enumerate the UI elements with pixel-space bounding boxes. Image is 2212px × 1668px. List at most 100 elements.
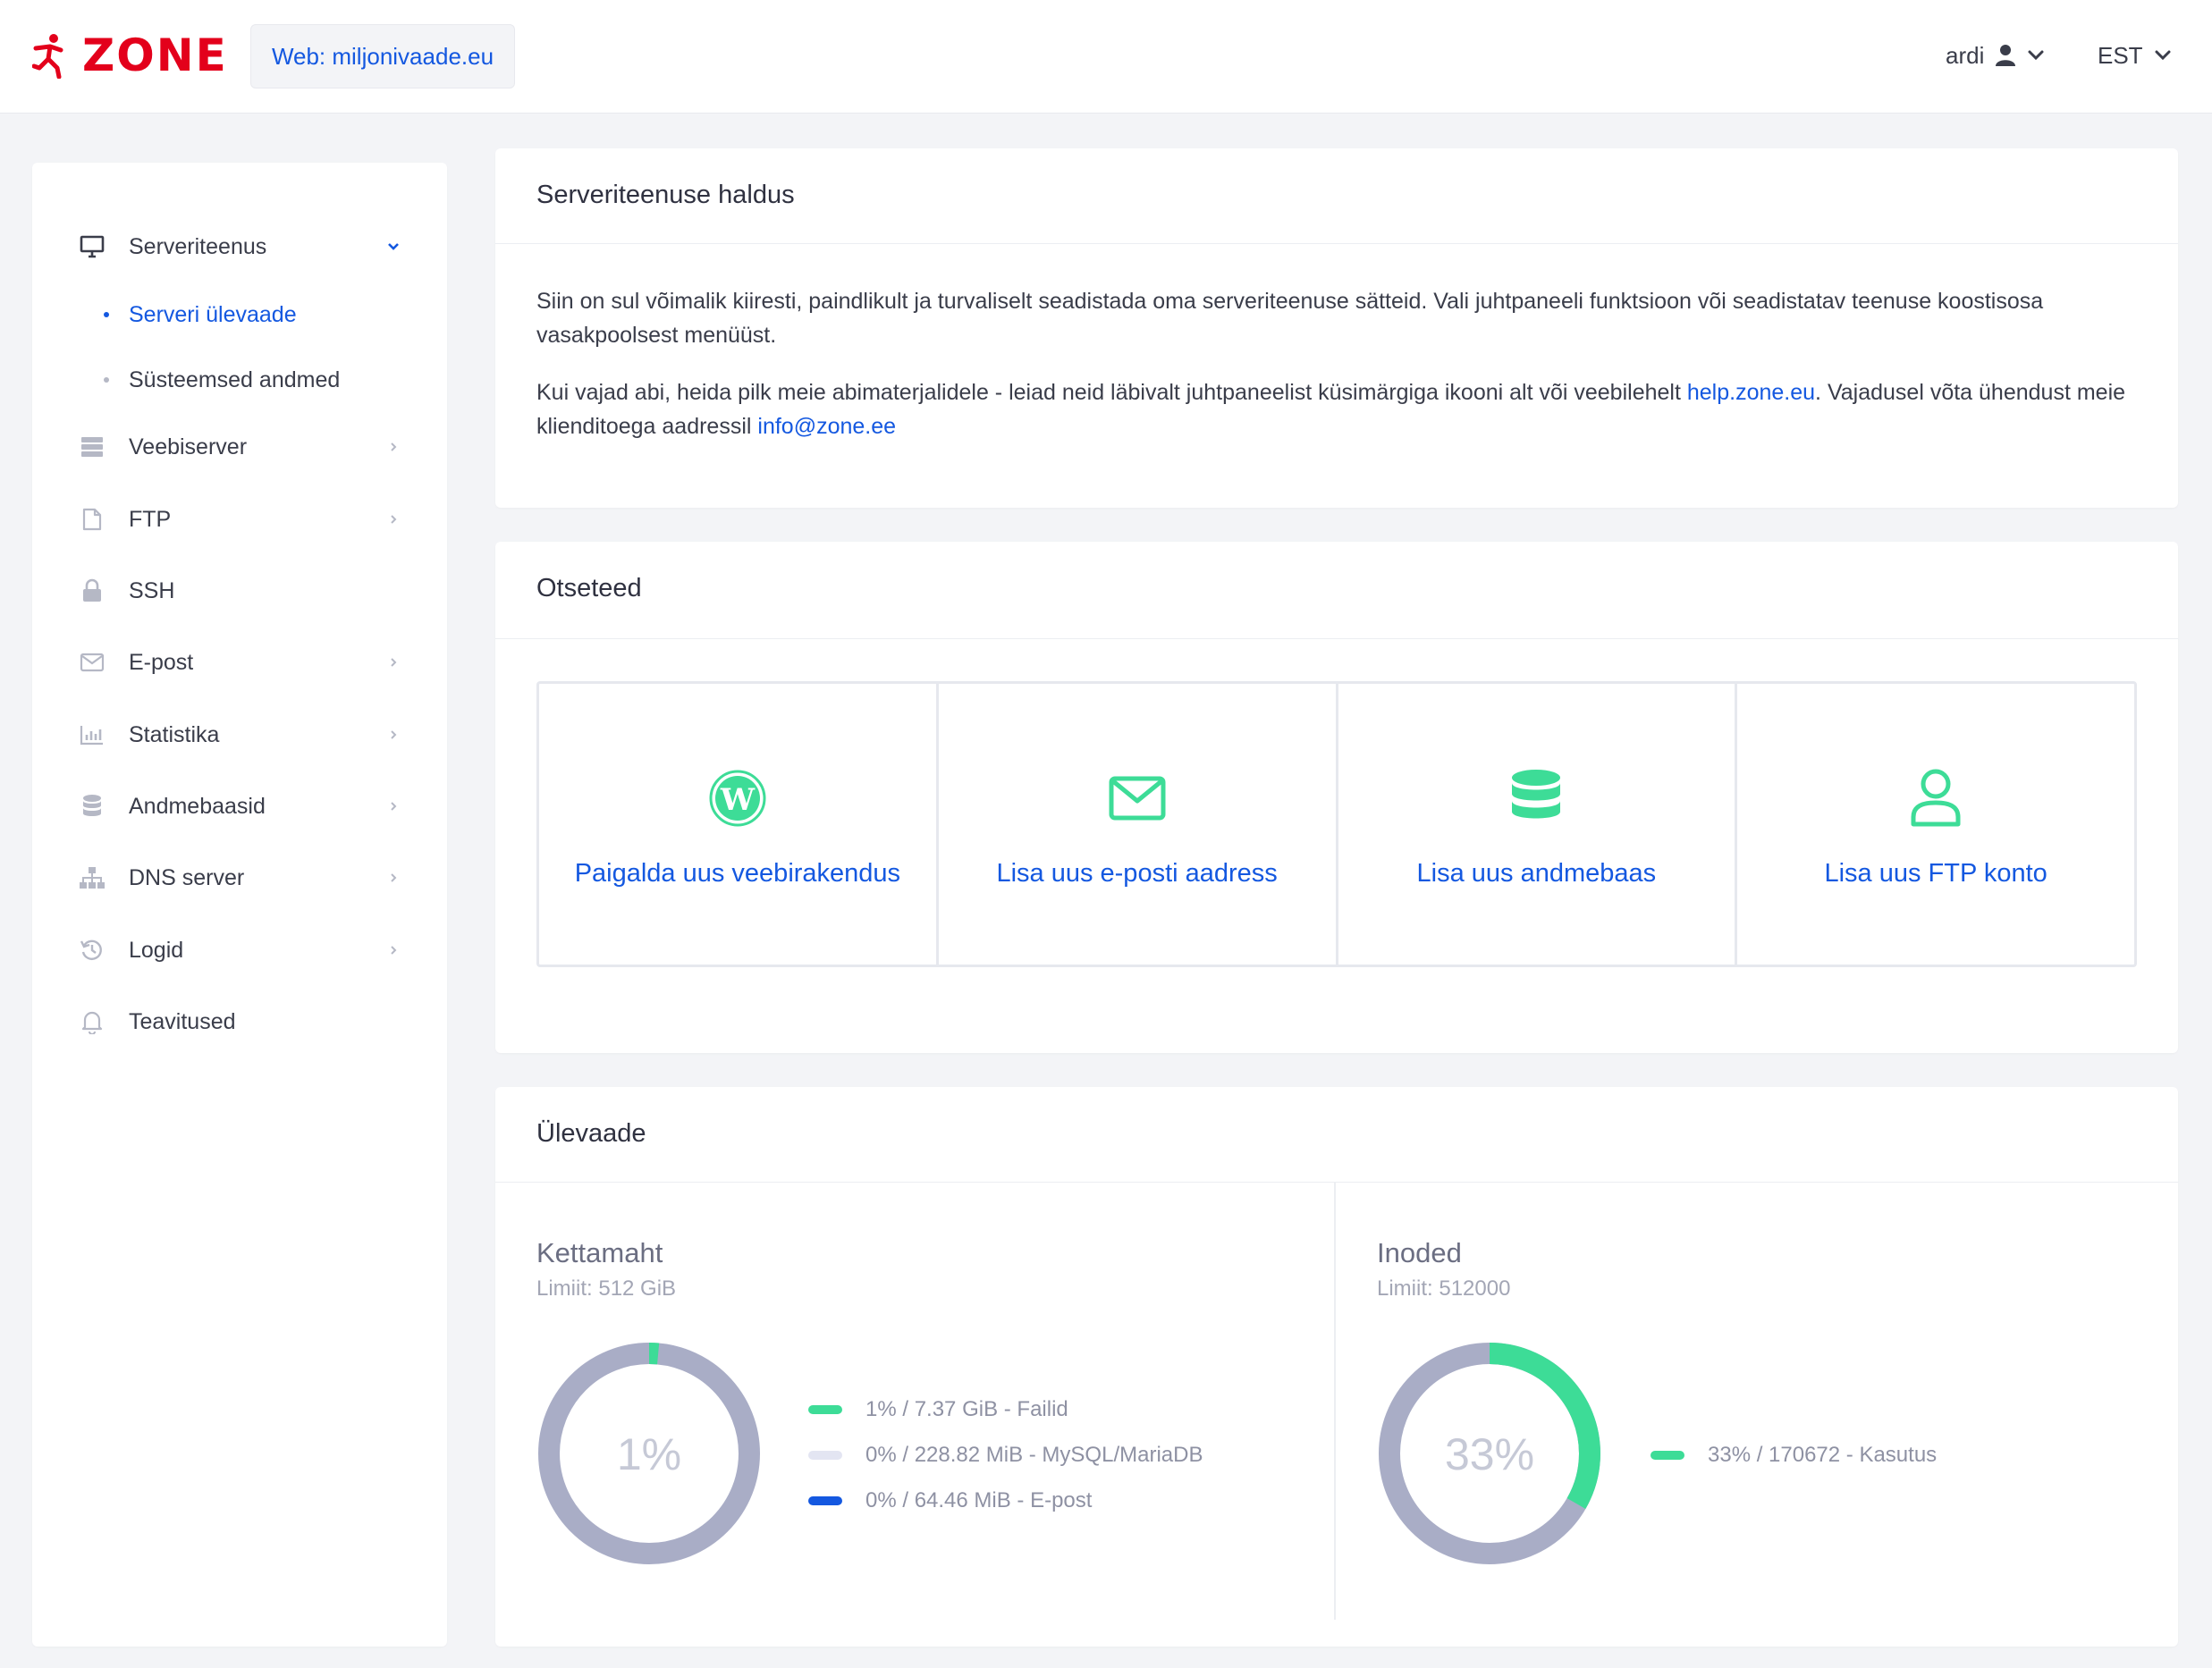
- chevron-right-icon: [383, 939, 404, 961]
- inodes-panel: Inoded Limiit: 512000 33% 33% / 170672 -…: [1336, 1182, 2178, 1620]
- legend-swatch: [808, 1405, 842, 1414]
- user-menu[interactable]: ardi: [1946, 38, 2045, 73]
- shortcut-label: Paigalda uus veebirakendus: [574, 859, 901, 888]
- intro-paragraph: Siin on sul võimalik kiiresti, paindliku…: [536, 289, 2044, 348]
- chevron-right-icon: [383, 652, 404, 673]
- user-icon: [1907, 769, 1964, 827]
- envelope-icon: [1109, 770, 1166, 827]
- shortcut-install-webapp[interactable]: W Paigalda uus veebirakendus: [539, 684, 939, 965]
- inodes-donut-chart: 33%: [1379, 1343, 1600, 1564]
- help-text: Kui vajad abi, heida pilk meie abimaterj…: [536, 380, 1687, 405]
- runner-icon: [32, 34, 63, 79]
- top-bar: ZONE Web: miljonivaade.eu ardi EST: [0, 0, 2212, 113]
- help-paragraph: Kui vajad abi, heida pilk meie abimaterj…: [536, 375, 2146, 443]
- sidebar-item-logid[interactable]: Logid: [32, 923, 447, 977]
- legend-text: 0% / 228.82 MiB - MySQL/MariaDB: [865, 1443, 1203, 1467]
- sidebar: Serveriteenus Serveri ülevaade Süsteemse…: [32, 163, 447, 1647]
- chevron-down-icon: [2155, 50, 2171, 61]
- divider: [495, 243, 2178, 244]
- bullet-icon: [104, 312, 109, 317]
- sidebar-item-label: DNS server: [129, 864, 245, 890]
- database-icon: [79, 793, 106, 820]
- shortcut-label: Lisa uus FTP konto: [1824, 859, 2047, 888]
- divider: [495, 638, 2178, 639]
- sidebar-item-andmebaasid[interactable]: Andmebaasid: [32, 779, 447, 833]
- panel-title: Kettamaht: [536, 1237, 663, 1268]
- shortcut-add-database[interactable]: Lisa uus andmebaas: [1338, 684, 1738, 965]
- disk-donut-chart: 1%: [538, 1343, 760, 1564]
- chevron-right-icon: [383, 436, 404, 458]
- sidebar-item-dns-server[interactable]: DNS server: [32, 851, 447, 905]
- legend-text: 0% / 64.46 MiB - E-post: [865, 1488, 1093, 1512]
- sidebar-item-label: E-post: [129, 649, 194, 675]
- bullet-icon: [104, 377, 109, 383]
- sidebar-item-teavitused[interactable]: Teavitused: [32, 995, 447, 1049]
- legend-text: 33% / 170672 - Kasutus: [1708, 1443, 1938, 1467]
- legend-item: 33% / 170672 - Kasutus: [1651, 1440, 1937, 1470]
- donut-center-label: 33%: [1445, 1429, 1534, 1479]
- sidebar-subitem-serveri-ulevaade[interactable]: Serveri ülevaade: [32, 292, 447, 337]
- user-icon: [1996, 45, 2016, 66]
- zone-logo[interactable]: ZONE: [32, 30, 228, 80]
- sidebar-item-label: Serveriteenus: [129, 233, 267, 259]
- sidebar-item-veebiserver[interactable]: Veebiserver: [32, 420, 447, 474]
- lock-icon: [79, 577, 106, 604]
- username: ardi: [1946, 41, 1985, 69]
- server-icon: [79, 434, 106, 460]
- svg-text:W: W: [720, 782, 756, 818]
- history-icon: [79, 937, 106, 964]
- disk-usage-panel: Kettamaht Limiit: 512 GiB 1% 1% / 7.37 G…: [495, 1182, 1336, 1620]
- shortcut-label: Lisa uus andmebaas: [1416, 859, 1657, 888]
- panel-limit: Limiit: 512000: [1377, 1276, 1511, 1301]
- shortcut-add-email[interactable]: Lisa uus e-posti aadress: [939, 684, 1338, 965]
- shortcuts-grid: W Paigalda uus veebirakendus Lisa uus e-…: [536, 681, 2137, 967]
- legend-swatch: [1651, 1451, 1684, 1460]
- language-selector[interactable]: EST: [2098, 38, 2172, 73]
- language-label: EST: [2098, 41, 2143, 69]
- panel-limit: Limiit: 512 GiB: [536, 1276, 677, 1301]
- card-title: Otseteed: [536, 574, 642, 602]
- help-link[interactable]: help.zone.eu: [1687, 380, 1815, 405]
- chevron-right-icon: [383, 867, 404, 889]
- legend-swatch: [808, 1451, 842, 1460]
- legend-item: 1% / 7.37 GiB - Failid: [808, 1394, 1068, 1425]
- sidebar-item-label: FTP: [129, 506, 172, 532]
- shortcuts-card: Otseteed W Paigalda uus veebirakendus Li…: [495, 542, 2178, 1053]
- sidebar-subitem-label: Süsteemsed andmed: [129, 366, 341, 392]
- card-title: Serveriteenuse haldus: [536, 181, 795, 209]
- shortcut-add-ftp[interactable]: Lisa uus FTP konto: [1737, 684, 2134, 965]
- email-link[interactable]: info@zone.ee: [757, 414, 896, 439]
- file-icon: [79, 506, 106, 533]
- card-title: Ülevaade: [536, 1119, 646, 1148]
- database-icon: [1507, 770, 1565, 827]
- sidebar-item-label: Andmebaasid: [129, 793, 266, 819]
- sidebar-subitem-susteemsed-andmed[interactable]: Süsteemsed andmed: [32, 358, 447, 402]
- sidebar-item-serveriteenus[interactable]: Serveriteenus: [32, 220, 447, 274]
- brand-name: ZONE: [82, 29, 228, 81]
- chevron-down-icon: [383, 236, 404, 257]
- donut-center-label: 1%: [617, 1429, 681, 1479]
- sidebar-item-label: Veebiserver: [129, 434, 248, 459]
- sidebar-item-statistika[interactable]: Statistika: [32, 708, 447, 762]
- sidebar-item-ssh[interactable]: SSH: [32, 564, 447, 618]
- chevron-down-icon: [2028, 50, 2044, 61]
- sidebar-subitem-label: Serveri ülevaade: [129, 301, 297, 327]
- sidebar-item-label: Statistika: [129, 721, 220, 747]
- sidebar-item-e-post[interactable]: E-post: [32, 636, 447, 689]
- monitor-icon: [79, 233, 106, 260]
- panel-title: Inoded: [1377, 1237, 1462, 1268]
- mail-icon: [79, 649, 106, 676]
- legend-item: 0% / 64.46 MiB - E-post: [808, 1486, 1092, 1516]
- sidebar-item-label: Logid: [129, 937, 184, 963]
- chevron-right-icon: [383, 724, 404, 746]
- chevron-right-icon: [383, 509, 404, 530]
- chevron-right-icon: [383, 796, 404, 817]
- intro-card: Serveriteenuse haldus Siin on sul võimal…: [495, 148, 2178, 508]
- sidebar-item-label: SSH: [129, 577, 175, 603]
- bell-icon: [79, 1008, 106, 1035]
- legend-text: 1% / 7.37 GiB - Failid: [865, 1397, 1068, 1421]
- sidebar-item-ftp[interactable]: FTP: [32, 493, 447, 546]
- shortcut-label: Lisa uus e-posti aadress: [996, 859, 1278, 888]
- domain-selector[interactable]: Web: miljonivaade.eu: [250, 24, 515, 88]
- legend-item: 0% / 228.82 MiB - MySQL/MariaDB: [808, 1440, 1203, 1470]
